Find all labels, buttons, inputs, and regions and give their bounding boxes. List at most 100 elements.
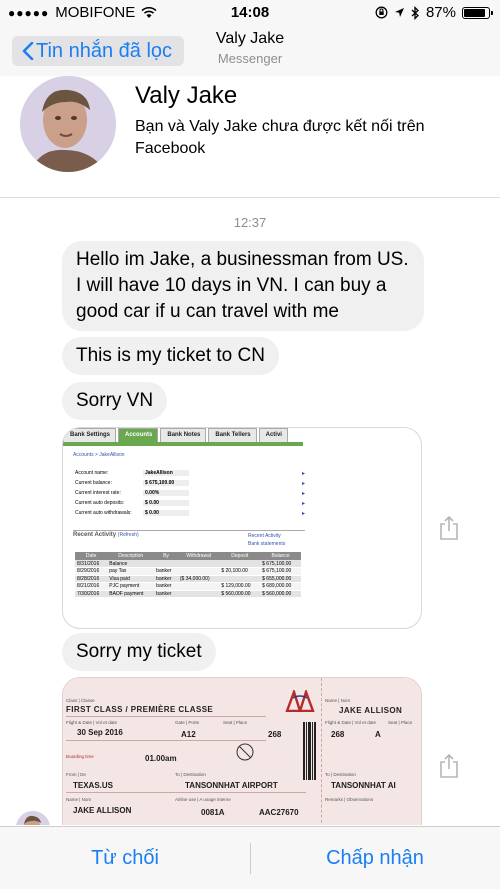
table-row: 8/31/2016 Balance $ 675,100.00: [75, 560, 301, 568]
message-timestamp: 12:37: [233, 215, 267, 230]
bank-field-label: Account name:: [75, 470, 109, 476]
table-cell: [177, 582, 220, 591]
column-header: Deposit: [219, 552, 261, 560]
battery-icon: [462, 6, 493, 19]
message-bubble[interactable]: Sorry my ticket: [62, 633, 216, 671]
arrow-icon: ▸: [301, 480, 305, 487]
ticket-flight-code: 0081A: [201, 808, 225, 817]
chat-thread[interactable]: 12:37 Hello im Jake, a businessman from …: [0, 199, 500, 825]
column-header: Date: [75, 552, 108, 560]
table-cell: [177, 590, 220, 598]
bank-field: Current auto deposits: $ 0.00 ▸: [75, 498, 305, 508]
ticket-seat-label: Seat | Place: [223, 720, 248, 725]
profile-description: Bạn và Valy Jake chưa được kết nối trên …: [135, 118, 425, 157]
table-cell: PJC payment: [107, 582, 155, 591]
avatar[interactable]: [20, 76, 116, 172]
bank-field: Current balance: $ 675,100.00 ▸: [75, 478, 305, 488]
message-bubble[interactable]: Sorry VN: [62, 382, 168, 420]
battery-fill: [464, 8, 485, 17]
ticket-rule: [66, 792, 306, 793]
battery-percent: 87%: [425, 4, 456, 21]
arrow-icon: ▸: [301, 510, 305, 517]
table-cell: ($ 34,000.00): [177, 575, 220, 583]
bank-field: Current auto withdrawals: $ 0.00 ▸: [75, 508, 305, 518]
bank-screenshot-image[interactable]: Bank Settings Accounts Bank Notes Bank T…: [62, 427, 422, 629]
table-cell: 7/30/2016: [75, 590, 108, 598]
accept-button[interactable]: Chấp nhận: [250, 827, 500, 889]
ticket-seat: 268: [268, 730, 282, 739]
ticket-boarding-label: Boarding time: [66, 754, 94, 759]
bank-field-value: $ 675,100.00: [143, 480, 189, 486]
table-cell: $ 675,100.00: [260, 567, 301, 576]
table-cell: $ 129,000.00: [219, 582, 261, 591]
message-bubble[interactable]: This is my ticket to CN: [62, 337, 279, 375]
sender-avatar[interactable]: [16, 811, 50, 825]
stub-seat-label: Seat | Place: [388, 720, 413, 725]
arrow-icon: ▸: [301, 500, 305, 507]
stub-name-label: Name | Nom: [325, 698, 351, 703]
table-row: 8/29/2016 pay Tax banker $ 20,100.00 $ 675,1…: [75, 567, 301, 576]
boarding-pass: Class | Classe FIRST CLASS / PREMIÈRE CL…: [63, 678, 421, 825]
bank-table-header: Date Description By Withdrawal Deposit B…: [75, 552, 301, 560]
stub-to: TANSONNHAT AI: [331, 781, 396, 790]
ticket-from: TEXAS.US: [73, 781, 114, 790]
table-cell: banker: [154, 590, 178, 598]
decline-button[interactable]: Từ chối: [0, 827, 250, 889]
ticket-class-label: Class | Classe: [66, 698, 95, 703]
arrow-icon: ▸: [301, 470, 305, 477]
table-cell: 8/21/2016: [75, 582, 108, 591]
bank-refresh: (Refresh): [117, 532, 139, 538]
bank-fields: Account name: JakeAllison ▸ Current balanc…: [75, 468, 305, 518]
ticket-flight-date-label: Flight & Date | Vol et date: [66, 720, 117, 725]
table-cell: [154, 560, 178, 568]
table-cell: [177, 567, 220, 576]
no-liquids-icon: [236, 743, 254, 761]
ticket-image[interactable]: Class | Classe FIRST CLASS / PREMIÈRE CL…: [62, 677, 422, 825]
bank-field-value: 0.00%: [143, 490, 189, 496]
stub-seat-row: A: [375, 730, 381, 739]
ticket-to-label: To | Destination: [175, 772, 206, 777]
stub-seat: 268: [331, 730, 345, 739]
bank-field-label: Current balance:: [75, 480, 112, 486]
table-cell: [177, 560, 220, 568]
stub-remarks-label: Remarks | Observations: [325, 797, 374, 802]
stub-flight-date-label: Flight & Date | Vol et date: [325, 720, 376, 725]
bank-field-label: Current auto deposits:: [75, 500, 125, 506]
share-icon[interactable]: [438, 515, 460, 541]
ticket-boarding-time: 01.00am: [145, 754, 177, 763]
message-bubble[interactable]: Hello im Jake, a businessman from US. I …: [62, 241, 424, 331]
location-icon: [394, 8, 404, 17]
profile-name: Valy Jake: [135, 82, 238, 109]
barcode-icon: [303, 722, 316, 780]
share-icon[interactable]: [438, 753, 460, 779]
request-action-bar: Từ chối Chấp nhận: [0, 826, 500, 889]
column-header: Balance: [260, 552, 301, 560]
bank-field: Account name: JakeAllison ▸: [75, 468, 305, 478]
status-right: 87%: [375, 4, 493, 21]
ticket-date: 30 Sep 2016: [77, 728, 123, 737]
nav-bar: Tin nhắn đã lọc Valy Jake Messenger: [0, 26, 500, 76]
table-cell: $ 675,100.00: [260, 560, 301, 568]
stub-to-label: To | Destination: [325, 772, 356, 777]
bank-links: Recent Activity Bank statements: [248, 532, 285, 548]
arrow-icon: ▸: [301, 490, 305, 497]
column-header: Withdrawal: [177, 552, 220, 560]
bank-link: Bank statements: [248, 541, 286, 547]
bank-tab-underline: [63, 442, 303, 446]
bank-table: Date Description By Withdrawal Deposit B…: [75, 552, 301, 598]
bluetooth-icon: [411, 5, 419, 20]
status-bar: ●●●●● MOBIFONE 14:08 87%: [0, 0, 500, 26]
table-cell: banker: [154, 575, 178, 583]
table-cell: [219, 560, 261, 568]
ticket-airline-label: Airline use | A usage interne: [175, 797, 231, 802]
airline-logo: [285, 690, 315, 712]
bank-link: Recent Activity: [248, 533, 281, 539]
ticket-rule: [66, 740, 266, 741]
ticket-gate: A12: [181, 730, 196, 739]
table-row: 8/21/2016 PJC payment banker $ 129,000.00 $ …: [75, 582, 301, 591]
bank-field-label: Current auto withdrawals:: [75, 510, 132, 516]
ticket-gate-label: Gate | Porte: [175, 720, 200, 725]
nav-title: Valy Jake: [215, 30, 285, 47]
bank-field: Current interest rate: 0.00% ▸: [75, 488, 305, 498]
bank-field-value: JakeAllison: [143, 470, 189, 476]
